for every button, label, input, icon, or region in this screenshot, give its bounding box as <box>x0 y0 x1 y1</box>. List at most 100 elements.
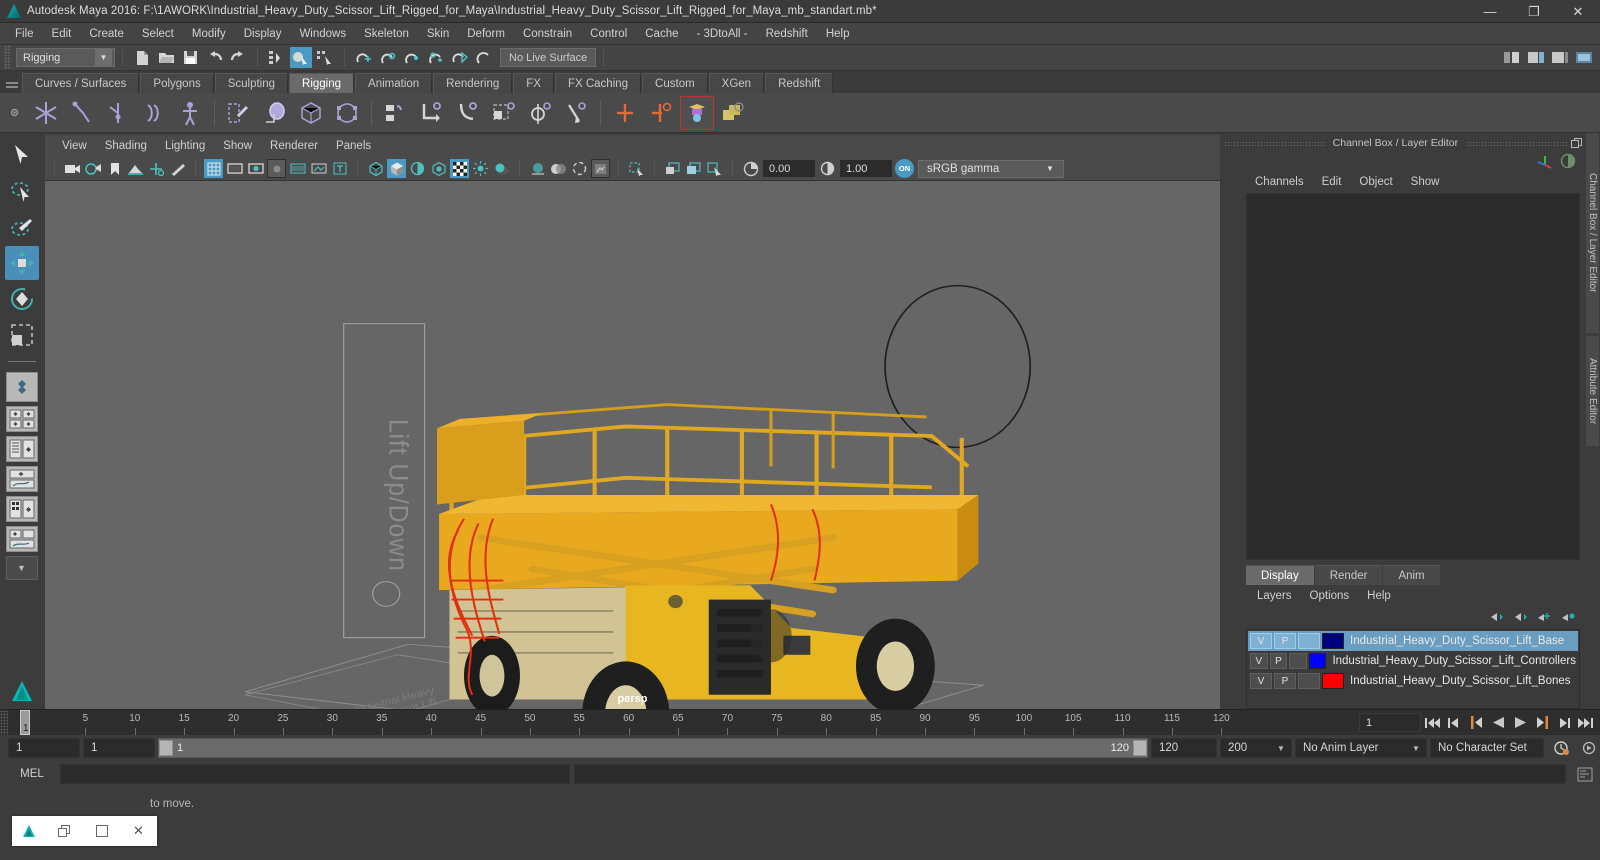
menu-redshift[interactable]: Redshift <box>757 25 817 43</box>
shelf-tab-xgen[interactable]: XGen <box>708 73 765 93</box>
viewport-menu-renderer[interactable]: Renderer <box>261 138 327 154</box>
overlay-window[interactable]: ✕ <box>12 816 157 846</box>
go-to-start-button[interactable] <box>1421 712 1443 734</box>
select-camera-icon[interactable] <box>63 159 82 178</box>
overlay-maximize-button[interactable] <box>83 825 120 837</box>
snap-to-view-plane-icon[interactable] <box>449 47 471 68</box>
set-preferred-angle-icon[interactable] <box>608 96 642 130</box>
menu-skin[interactable]: Skin <box>418 25 458 43</box>
create-ik-handle-icon[interactable] <box>65 96 99 130</box>
parent-constraint-icon[interactable] <box>379 96 413 130</box>
view-layout-four-icon[interactable] <box>5 406 38 432</box>
menu-edit[interactable]: Edit <box>43 25 81 43</box>
play-forwards-button[interactable] <box>1509 712 1531 734</box>
close-button[interactable]: ✕ <box>1556 0 1600 23</box>
redo-icon[interactable] <box>227 47 249 68</box>
undock-panel-icon[interactable] <box>1570 137 1582 149</box>
tab-attribute-editor-vertical[interactable]: Attribute Editor <box>1586 336 1599 446</box>
menu-display[interactable]: Display <box>235 25 291 43</box>
grid-toggle-icon[interactable] <box>204 159 223 178</box>
go-to-end-button[interactable] <box>1575 712 1597 734</box>
grease-pencil-icon[interactable] <box>168 159 187 178</box>
channel-box-content[interactable] <box>1246 193 1580 560</box>
select-component-icon[interactable] <box>314 47 336 68</box>
layer-display-type-toggle[interactable] <box>1298 633 1320 649</box>
select-object-icon[interactable] <box>290 47 312 68</box>
exposure-value[interactable]: 0.00 <box>763 160 815 177</box>
animation-preferences-icon[interactable] <box>1547 740 1575 756</box>
paint-selection-tool[interactable] <box>5 210 39 244</box>
menu-create[interactable]: Create <box>80 25 133 43</box>
shelf-tab-redshift[interactable]: Redshift <box>765 73 834 93</box>
bookmark-icon[interactable] <box>105 159 124 178</box>
isolate-select-icon[interactable] <box>627 159 646 178</box>
cb-menu-edit[interactable]: Edit <box>1313 174 1351 190</box>
layer-menu-help[interactable]: Help <box>1358 588 1400 604</box>
rotate-tool[interactable] <box>5 282 39 316</box>
shelf-tab-animation[interactable]: Animation <box>355 73 433 93</box>
axis-manipulator-icon[interactable] <box>1536 153 1554 169</box>
viewport-menu-lighting[interactable]: Lighting <box>156 138 214 154</box>
show-manipulator-icon[interactable] <box>1501 47 1523 68</box>
time-slider-track[interactable]: 1 5 10 15 20 25 30 35 40 45 50 55 60 65 70 75 80 85 90 95 1… <box>8 710 1356 735</box>
layer-playback-toggle[interactable]: P <box>1269 653 1288 669</box>
range-start-handle[interactable] <box>159 740 173 756</box>
xray-icon[interactable] <box>309 159 328 178</box>
open-scene-icon[interactable] <box>155 47 177 68</box>
exposure-icon[interactable] <box>741 159 760 178</box>
quick-rig-icon[interactable] <box>173 96 207 130</box>
step-forward-key-button[interactable] <box>1553 712 1575 734</box>
attribute-editor-toggle-icon[interactable] <box>1549 47 1571 68</box>
create-deformer-handle-icon[interactable] <box>680 95 714 130</box>
transparency-icon[interactable] <box>450 159 469 178</box>
viewport-menu-show[interactable]: Show <box>214 138 261 154</box>
anim-start-field[interactable]: 1 <box>83 738 155 758</box>
overlay-close-button[interactable]: ✕ <box>120 823 157 839</box>
tab-render-layers[interactable]: Render <box>1314 565 1383 585</box>
shaded-wireframe-icon[interactable] <box>408 159 427 178</box>
play-backwards-button[interactable] <box>1487 712 1509 734</box>
layer-display-type-toggle[interactable] <box>1289 653 1307 669</box>
point-constraint-icon[interactable] <box>415 96 449 130</box>
script-editor-icon[interactable] <box>1570 767 1600 782</box>
layer-display-type-toggle[interactable] <box>1298 673 1320 689</box>
menu-control[interactable]: Control <box>581 25 636 43</box>
film-gate-display-icon[interactable] <box>288 159 307 178</box>
layer-color-swatch[interactable] <box>1322 633 1344 649</box>
overlay-restore-button[interactable] <box>46 824 83 838</box>
layer-row-base[interactable]: V P Industrial_Heavy_Duty_Scissor_Lift_B… <box>1248 631 1578 651</box>
scale-tool[interactable] <box>5 318 39 352</box>
pole-vector-constraint-icon[interactable] <box>559 96 593 130</box>
range-start-field[interactable]: 1 <box>8 738 80 758</box>
layer-playback-toggle[interactable]: P <box>1274 633 1296 649</box>
view-layout-hypershade-icon[interactable] <box>5 496 38 522</box>
menu-deform[interactable]: Deform <box>458 25 514 43</box>
snap-to-grid-icon[interactable] <box>353 47 375 68</box>
lasso-select-tool[interactable] <box>5 174 39 208</box>
gate-mask-icon[interactable] <box>267 159 286 178</box>
view-layout-custom-icon[interactable] <box>5 526 38 552</box>
step-back-key-button[interactable] <box>1443 712 1465 734</box>
viewport-menu-panels[interactable]: Panels <box>327 138 380 154</box>
menu-cache[interactable]: Cache <box>636 25 687 43</box>
color-profile-selector[interactable]: sRGB gamma ▼ <box>918 159 1064 178</box>
cb-menu-object[interactable]: Object <box>1350 174 1401 190</box>
snap-to-curve-icon[interactable] <box>377 47 399 68</box>
resolution-gate-icon[interactable] <box>246 159 265 178</box>
create-ik-spline-handle-icon[interactable] <box>101 96 135 130</box>
panel-gripper[interactable] <box>1466 140 1567 146</box>
snap-to-point-icon[interactable] <box>401 47 423 68</box>
camera-attributes-icon[interactable] <box>84 159 103 178</box>
command-language-label[interactable]: MEL <box>8 768 56 780</box>
gamma-icon[interactable] <box>818 159 837 178</box>
time-slider[interactable]: 1 5 10 15 20 25 30 35 40 45 50 55 60 65 70 75 80 85 90 95 1… <box>0 709 1600 735</box>
step-back-frame-button[interactable] <box>1465 712 1487 734</box>
character-set-selector[interactable]: No Character Set <box>1430 738 1544 758</box>
display-layer-list[interactable]: V P Industrial_Heavy_Duty_Scissor_Lift_B… <box>1246 629 1580 709</box>
tab-channel-box-layer-editor-vertical[interactable]: Channel Box / Layer Editor <box>1586 133 1599 333</box>
screen-space-ao-icon[interactable] <box>528 159 547 178</box>
tab-display-layers[interactable]: Display <box>1246 565 1314 585</box>
layer-row-bones[interactable]: V P Industrial_Heavy_Duty_Scissor_Lift_B… <box>1248 671 1578 691</box>
shelf-tab-fx-caching[interactable]: FX Caching <box>554 73 642 93</box>
layer-color-swatch[interactable] <box>1308 653 1327 669</box>
